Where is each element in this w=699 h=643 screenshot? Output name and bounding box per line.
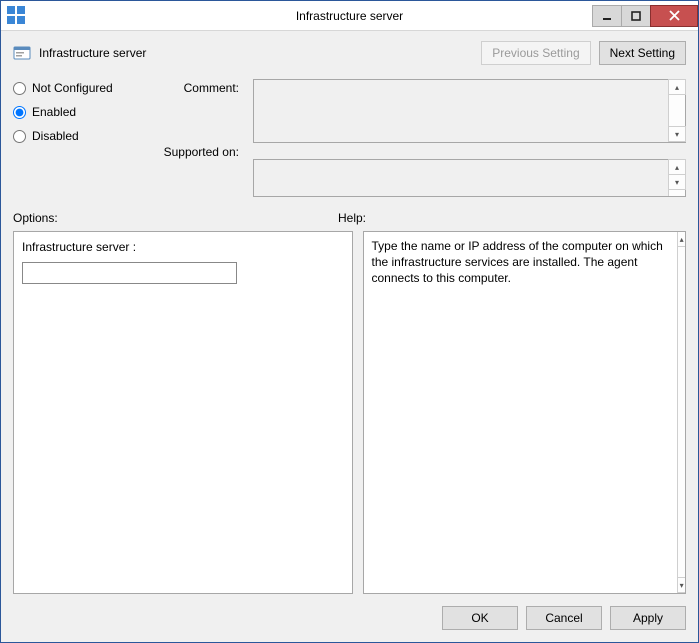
window-controls <box>593 5 698 27</box>
maximize-icon <box>631 11 641 21</box>
scroll-up-icon[interactable]: ▴ <box>668 159 686 175</box>
radio-label: Enabled <box>32 105 76 119</box>
app-icon <box>7 6 27 26</box>
help-panel: Type the name or IP address of the compu… <box>363 231 687 594</box>
radio-enabled[interactable]: Enabled <box>13 105 143 119</box>
infrastructure-server-input[interactable] <box>22 262 237 284</box>
comment-label: Comment: <box>157 81 239 145</box>
supported-on-label: Supported on: <box>157 145 239 159</box>
close-button[interactable] <box>650 5 698 27</box>
radio-label: Not Configured <box>32 81 113 95</box>
comment-scrollbar: ▴ ▾ <box>668 80 685 142</box>
radio-not-configured[interactable]: Not Configured <box>13 81 143 95</box>
cancel-button[interactable]: Cancel <box>526 606 602 630</box>
radio-disabled[interactable]: Disabled <box>13 129 143 143</box>
scroll-up-icon[interactable]: ▴ <box>677 231 686 247</box>
supported-scrollbar: ▴ ▾ <box>668 160 685 196</box>
comment-field[interactable] <box>254 80 668 142</box>
scroll-down-icon[interactable]: ▾ <box>668 174 686 190</box>
supported-on-field-wrap: ▴ ▾ <box>253 159 686 197</box>
radio-enabled-input[interactable] <box>13 106 26 119</box>
next-setting-button[interactable]: Next Setting <box>599 41 686 65</box>
scroll-down-icon[interactable]: ▾ <box>668 126 686 142</box>
ok-button[interactable]: OK <box>442 606 518 630</box>
minimize-button[interactable] <box>592 5 622 27</box>
maximize-button[interactable] <box>621 5 651 27</box>
scroll-up-icon[interactable]: ▴ <box>668 79 686 95</box>
state-radio-group: Not Configured Enabled Disabled <box>13 79 143 197</box>
gpo-editor-window: Infrastructure server Infrastructure ser… <box>0 0 699 643</box>
radio-not-configured-input[interactable] <box>13 82 26 95</box>
supported-on-field <box>254 160 668 196</box>
dialog-footer: OK Cancel Apply <box>13 594 686 630</box>
setting-title: Infrastructure server <box>39 46 146 60</box>
comment-field-wrap: ▴ ▾ <box>253 79 686 143</box>
radio-label: Disabled <box>32 129 79 143</box>
help-scrollbar: ▴ ▾ <box>677 232 685 593</box>
policy-icon <box>13 44 31 62</box>
options-section-label: Options: <box>13 211 338 225</box>
minimize-icon <box>602 11 612 21</box>
titlebar: Infrastructure server <box>1 1 698 31</box>
help-section-label: Help: <box>338 211 366 225</box>
setting-header: Infrastructure server Previous Setting N… <box>13 41 686 65</box>
help-text: Type the name or IP address of the compu… <box>364 232 678 593</box>
radio-disabled-input[interactable] <box>13 130 26 143</box>
apply-button[interactable]: Apply <box>610 606 686 630</box>
option-field-label: Infrastructure server : <box>22 240 344 254</box>
config-area: Not Configured Enabled Disabled Comment:… <box>13 79 686 197</box>
scroll-down-icon[interactable]: ▾ <box>677 577 686 593</box>
options-panel: Infrastructure server : <box>13 231 353 594</box>
previous-setting-button[interactable]: Previous Setting <box>481 41 590 65</box>
close-icon <box>669 10 680 21</box>
